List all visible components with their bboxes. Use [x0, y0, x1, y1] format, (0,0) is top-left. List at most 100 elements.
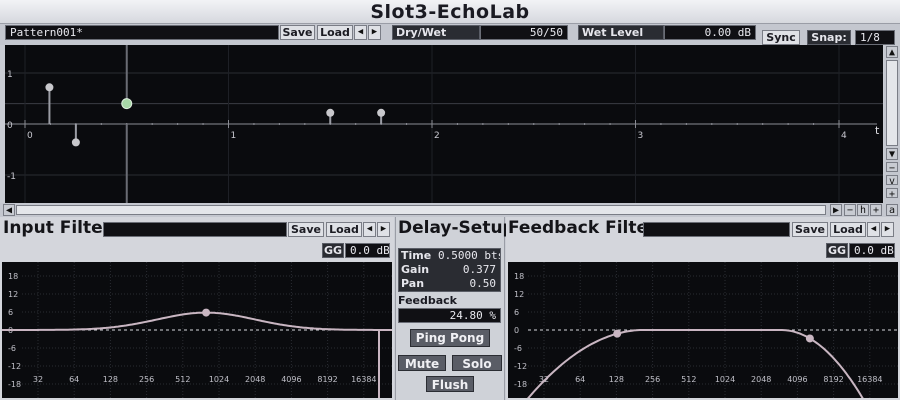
freq-tick-label: 512 [681, 375, 696, 384]
feedback-value[interactable]: 24.80 % [398, 308, 501, 323]
drywet-value[interactable]: 50/50 [480, 25, 568, 40]
gain-value[interactable]: 0.377 [434, 263, 500, 277]
db-tick-label: -6 [514, 344, 522, 353]
db-tick-label: -12 [514, 362, 527, 371]
y-tick-label: -1 [7, 172, 16, 182]
feedback-filter-preset-field[interactable] [643, 222, 790, 237]
pattern-save-button[interactable]: Save [280, 25, 315, 40]
tap-plot-svg[interactable]: 0 1 2 3 4 1 0 -1 t [5, 45, 883, 203]
freq-tick-label: 8192 [317, 375, 337, 384]
pattern-prev-icon[interactable]: ◀ [354, 25, 367, 40]
freq-tick-label: 32 [33, 375, 43, 384]
feedback-filter-next-icon[interactable]: ▶ [881, 222, 894, 237]
pan-value[interactable]: 0.50 [434, 277, 500, 291]
hzoom-plus-icon[interactable]: + [870, 204, 882, 216]
freq-tick-label: 16384 [351, 375, 376, 384]
pattern-load-button[interactable]: Load [317, 25, 353, 40]
gain-label: Gain [401, 263, 430, 276]
vzoom-minus-icon[interactable]: − [886, 162, 898, 174]
solo-button[interactable]: Solo [452, 355, 502, 371]
input-filter-preset-field[interactable] [103, 222, 287, 237]
db-tick-label: -18 [8, 380, 21, 389]
vzoom-v-icon[interactable]: v [886, 175, 898, 187]
tap-point[interactable] [326, 108, 335, 117]
title-bar: Slot3-EchoLab [0, 0, 900, 24]
t-axis-label: t [875, 124, 880, 137]
freq-tick-label: 8192 [823, 375, 843, 384]
scroll-right-icon[interactable]: ▶ [830, 204, 842, 216]
horizontal-scroll-thumb[interactable] [16, 205, 826, 215]
vertical-scroll-thumb[interactable] [886, 60, 898, 146]
db-tick-label: -12 [8, 362, 21, 371]
ping-pong-button[interactable]: Ping Pong [410, 329, 490, 347]
input-filter-gg-value[interactable]: 0.0 dB [345, 243, 390, 258]
x-tick-label: 1 [231, 131, 237, 141]
scroll-up-icon[interactable]: ▲ [886, 46, 898, 58]
feedback-filter-load-button[interactable]: Load [830, 222, 866, 237]
x-tick-label: 3 [638, 131, 644, 141]
tap-point[interactable] [71, 138, 80, 147]
input-filter-title: Input Filter [3, 218, 112, 238]
input-filter-svg[interactable]: 181260-6-12-1832 64 128 256 512 1024 2048 4096 8… [2, 262, 392, 398]
freq-tick-label: 256 [139, 375, 154, 384]
feedback-label: Feedback [398, 294, 457, 307]
feedback-filter-gg-value[interactable]: 0.0 dB [849, 243, 895, 258]
mute-button[interactable]: Mute [398, 355, 446, 371]
app-title: Slot3-EchoLab [370, 0, 530, 23]
feedback-filter-plot[interactable]: 18 12 6 0 -6 -12 -18 32 64 128 256 512 1024 2048 4096 8… [508, 262, 898, 398]
scroll-left-icon[interactable]: ◀ [3, 204, 15, 216]
db-tick-label: 12 [8, 290, 18, 299]
freq-tick-label: 2048 [751, 375, 771, 384]
tap-point[interactable] [121, 98, 133, 110]
input-filter-save-button[interactable]: Save [288, 222, 324, 237]
input-filter-plot[interactable]: 18 12 6 0 -6 -12 -18 32 64 128 256 512 1024 2048 4096 8… [2, 262, 392, 398]
snap-value[interactable]: 1/8 [855, 30, 895, 45]
delay-setup-title: Delay-Setup [398, 218, 515, 238]
y-tick-label: 0 [7, 121, 13, 131]
freq-tick-label: 16384 [857, 375, 882, 384]
tap-point[interactable] [45, 83, 54, 92]
x-tick-label: 4 [841, 131, 847, 141]
freq-tick-label: 64 [69, 375, 79, 384]
freq-tick-label: 64 [575, 375, 585, 384]
pattern-next-icon[interactable]: ▶ [368, 25, 381, 40]
hzoom-h-icon[interactable]: h [857, 204, 869, 216]
input-filter-next-icon[interactable]: ▶ [377, 222, 390, 237]
drywet-label: Dry/Wet [392, 25, 480, 40]
db-tick-label: 6 [8, 308, 13, 317]
feedback-filter-svg[interactable]: 181260-6-12-1832 64 128 256 512 1024 2048 4096 8… [508, 262, 898, 398]
input-filter-load-button[interactable]: Load [326, 222, 362, 237]
pattern-name-field[interactable]: Pattern001* [5, 25, 279, 40]
filter-node[interactable] [202, 308, 211, 317]
scroll-down-icon[interactable]: ▼ [886, 148, 898, 160]
feedback-filter-save-button[interactable]: Save [792, 222, 828, 237]
hzoom-minus-icon[interactable]: − [844, 204, 856, 216]
freq-tick-label: 1024 [715, 375, 735, 384]
db-tick-label: -6 [8, 344, 16, 353]
flush-button[interactable]: Flush [426, 376, 474, 392]
wet-level-value[interactable]: 0.00 dB [664, 25, 756, 40]
db-tick-label: 18 [514, 272, 524, 281]
filter-node[interactable] [613, 329, 622, 338]
time-value[interactable]: 0.5000 bts [434, 249, 500, 263]
input-filter-prev-icon[interactable]: ◀ [363, 222, 376, 237]
time-label: Time [401, 249, 432, 262]
sync-button[interactable]: Sync [762, 30, 800, 45]
filter-node[interactable] [805, 334, 814, 343]
snap-label: Snap: [807, 30, 851, 45]
feedback-filter-gg-label: GG [826, 243, 848, 258]
db-tick-label: 0 [514, 326, 519, 335]
vzoom-plus-icon[interactable]: + [886, 188, 898, 200]
x-tick-label: 2 [434, 131, 440, 141]
db-tick-label: 18 [8, 272, 18, 281]
db-tick-label: -18 [514, 380, 527, 389]
freq-tick-label: 128 [609, 375, 624, 384]
freq-tick-label: 512 [175, 375, 190, 384]
feedback-filter-prev-icon[interactable]: ◀ [867, 222, 880, 237]
feedback-filter-title: Feedback Filter [508, 218, 657, 238]
zoom-auto-icon[interactable]: a [886, 204, 898, 216]
tap-point[interactable] [377, 108, 386, 117]
freq-tick-label: 4096 [787, 375, 807, 384]
tap-plot[interactable]: 0 1 2 3 4 1 0 -1 t [5, 45, 883, 203]
freq-tick-label: 2048 [245, 375, 265, 384]
